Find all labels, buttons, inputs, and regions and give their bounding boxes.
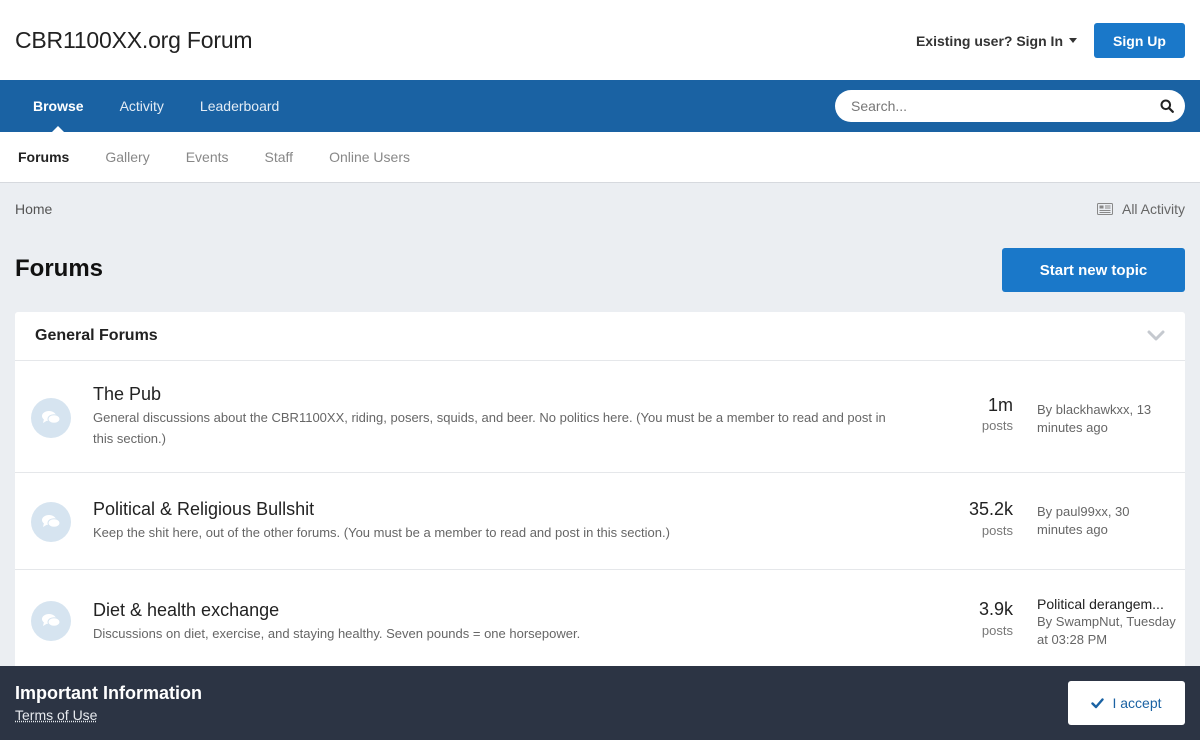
sign-in-dropdown[interactable]: Existing user? Sign In [916,33,1077,49]
subnav-staff[interactable]: Staff [247,149,312,165]
search-box [835,90,1185,122]
forum-comments-icon [31,601,71,641]
all-activity-label: All Activity [1121,201,1185,217]
forum-description: Keep the shit here, out of the other for… [93,525,670,540]
nav-browse[interactable]: Browse [15,80,102,132]
accept-button[interactable]: I accept [1068,681,1185,725]
last-post-title-link[interactable]: Political derangem... [1037,595,1175,613]
accept-label: I accept [1112,695,1162,711]
subnav-events[interactable]: Events [168,149,247,165]
forum-comments-icon [31,502,71,542]
posts-count: 3.9k [978,599,1013,619]
category-title[interactable]: General Forums [35,327,158,345]
header-actions: Existing user? Sign In Sign Up [916,23,1185,58]
posts-count: 1m [987,395,1013,415]
search-icon[interactable] [1160,99,1174,113]
banner-title: Important Information [15,683,202,703]
forum-title-link[interactable]: The Pub [93,384,161,405]
important-info-banner: Important Information Terms of Use I acc… [0,666,1200,740]
terms-of-use-link[interactable]: Terms of Use [15,707,97,723]
sign-in-label: Existing user? Sign In [915,32,1063,49]
caret-down-icon [1069,38,1077,43]
posts-label: posts [981,623,1013,638]
chevron-down-icon[interactable] [1147,330,1165,342]
start-new-topic-button[interactable]: Start new topic [1002,248,1185,292]
posts-count: 35.2k [968,499,1013,519]
forum-description: General discussions about the CBR1100XX,… [93,410,886,446]
site-header: CBR1100XX.org Forum Existing user? Sign … [0,0,1200,80]
forum-row: Political & Religious Bullshit Keep the … [15,473,1185,570]
forum-row: Diet & health exchange Discussions on di… [15,570,1185,670]
all-activity-link[interactable]: All Activity [1096,201,1185,217]
breadcrumb-home[interactable]: Home [15,201,52,217]
nav-activity[interactable]: Activity [102,80,182,132]
breadcrumb: Home All Activity [15,200,1185,218]
last-post-author[interactable]: By SwampNut, Tuesday at 03:28 PM [1037,614,1176,647]
last-post-info[interactable]: By paul99xx, 30 minutes ago [1037,503,1177,539]
posts-label: posts [981,523,1013,538]
forum-title-link[interactable]: Political & Religious Bullshit [93,499,314,520]
page-title: Forums [15,255,104,282]
primary-nav: Browse Activity Leaderboard [0,80,1200,132]
newspaper-icon [1096,203,1113,215]
last-post-info: Political derangem... By SwampNut, Tuesd… [1037,595,1177,649]
subnav-forums[interactable]: Forums [0,149,87,165]
search-input[interactable] [851,98,1141,114]
forum-title-link[interactable]: Diet & health exchange [93,600,279,621]
posts-label: posts [981,418,1013,433]
checkmark-icon [1091,697,1105,708]
site-title[interactable]: CBR1100XX.org Forum [15,27,253,54]
forum-category-block: General Forums The Pub General discussio… [15,312,1185,670]
last-post-info[interactable]: By blackhawkxx, 13 minutes ago [1037,401,1177,437]
forum-row: The Pub General discussions about the CB… [15,361,1185,473]
forum-comments-icon [31,398,71,438]
sign-up-button[interactable]: Sign Up [1094,23,1185,58]
nav-leaderboard[interactable]: Leaderboard [182,80,297,132]
category-header: General Forums [15,312,1185,361]
subnav-online-users[interactable]: Online Users [311,149,428,165]
subnav-gallery[interactable]: Gallery [87,149,167,165]
secondary-nav: Forums Gallery Events Staff Online Users [0,132,1200,183]
forum-description: Discussions on diet, exercise, and stayi… [93,626,581,641]
